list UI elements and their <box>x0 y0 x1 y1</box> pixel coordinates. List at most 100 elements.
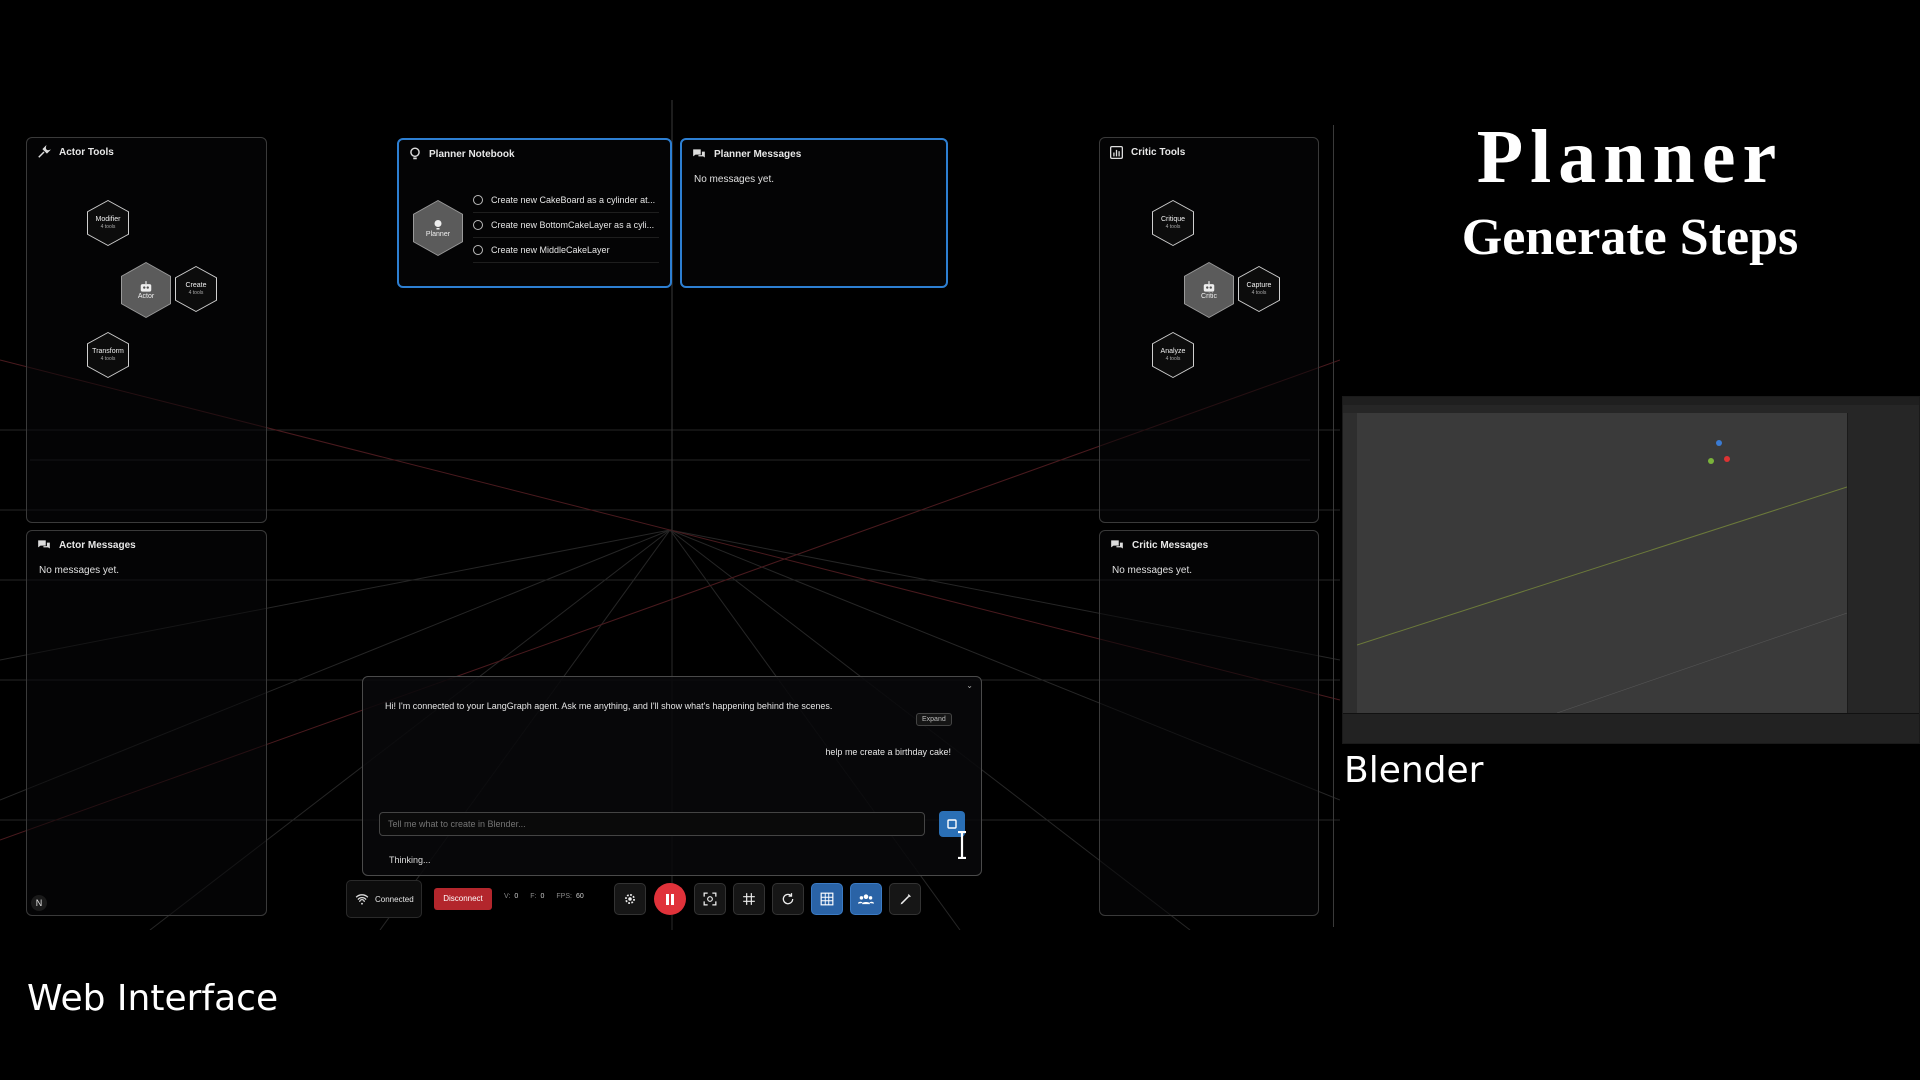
critic-messages-panel: Critic Messages No messages yet. <box>1099 530 1319 916</box>
planner-notebook-panel: Planner Notebook Planner Create new Cake… <box>397 138 672 288</box>
chat-input[interactable] <box>379 812 925 836</box>
corner-badge: N <box>31 895 47 911</box>
planner-messages-panel: Planner Messages No messages yet. <box>680 138 948 288</box>
fps-value: 60 <box>575 893 584 900</box>
actor-messages-header: Actor Messages <box>27 531 266 559</box>
chat-panel: ⌄ Hi! I'm connected to your LangGraph ag… <box>362 676 982 876</box>
refresh-button[interactable] <box>772 883 804 915</box>
fps-label: FPS: <box>556 893 572 900</box>
bottom-toolbar: Connected Disconnect V: 0 F: 0 FPS: 60 <box>346 880 924 918</box>
expand-button[interactable]: Expand <box>916 713 952 726</box>
blender-window <box>1342 396 1920 744</box>
settings-button[interactable] <box>614 883 646 915</box>
disconnect-button[interactable]: Disconnect <box>434 888 492 910</box>
blender-viewport-grid <box>1356 440 1848 714</box>
agent-node-planner[interactable]: Planner <box>413 200 463 256</box>
todo-item[interactable]: Create new CakeBoard as a cylinder at... <box>473 188 659 213</box>
blender-caption: Blender <box>1344 750 1484 791</box>
chat-bubbles-icon <box>38 540 50 549</box>
unchecked-circle-icon[interactable] <box>473 195 483 205</box>
blender-header-bar <box>1343 405 1919 413</box>
planner-messages-title: Planner Messages <box>714 148 802 160</box>
unchecked-circle-icon[interactable] <box>473 245 483 255</box>
web-interface-caption: Web Interface <box>27 978 279 1019</box>
f-label: F: <box>530 893 537 900</box>
actor-messages-empty: No messages yet. <box>39 565 120 576</box>
planner-notebook-title: Planner Notebook <box>429 148 515 160</box>
refresh-icon <box>782 893 794 905</box>
text-cursor-icon <box>958 831 966 859</box>
pencil-icon <box>900 893 911 904</box>
critic-messages-title: Critic Messages <box>1132 539 1209 551</box>
agents-button[interactable] <box>850 883 882 915</box>
actor-messages-panel: Actor Messages No messages yet. N <box>26 530 267 916</box>
tool-node-critique[interactable]: Critique 4 tools <box>1152 200 1194 246</box>
v-label: V: <box>504 893 511 900</box>
planner-messages-header: Planner Messages <box>682 140 946 168</box>
tool-node-modifier[interactable]: Modifier 4 tools <box>87 200 129 246</box>
blender-properties-panel <box>1847 413 1919 713</box>
section-divider <box>1333 125 1334 927</box>
blender-viewport[interactable] <box>1356 413 1848 714</box>
tool-node-capture[interactable]: Capture 4 tools <box>1238 266 1280 312</box>
blender-timeline <box>1343 713 1919 743</box>
focus-button[interactable] <box>694 883 726 915</box>
unchecked-circle-icon[interactable] <box>473 220 483 230</box>
actor-tools-title: Actor Tools <box>59 146 114 158</box>
critic-messages-empty: No messages yet. <box>1112 565 1193 576</box>
pause-button[interactable] <box>654 883 686 915</box>
blender-toolbar <box>1343 413 1357 713</box>
connection-status: Connected <box>346 880 422 918</box>
pause-icon <box>666 893 674 905</box>
agent-node-actor[interactable]: Actor <box>121 262 171 318</box>
chat-status: Thinking... <box>389 855 431 865</box>
lightbulb-icon <box>410 147 420 160</box>
blender-menubar <box>1343 397 1919 405</box>
wrench-icon <box>38 145 51 158</box>
stats-readout: V: 0 F: 0 FPS: 60 <box>504 893 584 900</box>
todo-item[interactable]: Create new MiddleCakeLayer <box>473 238 659 263</box>
lightbulb-icon <box>434 219 442 229</box>
edit-button[interactable] <box>889 883 921 915</box>
hash-grid-icon <box>743 893 755 905</box>
table-icon <box>820 892 834 906</box>
agent-node-critic[interactable]: Critic <box>1184 262 1234 318</box>
actor-node-label: Actor <box>137 292 155 300</box>
todo-item[interactable]: Create new BottomCakeLayer as a cyli... <box>473 213 659 238</box>
robot-icon <box>140 280 152 292</box>
table-view-button[interactable] <box>811 883 843 915</box>
chat-bubbles-icon <box>693 149 705 158</box>
collapse-chevron-icon[interactable]: ⌄ <box>966 681 973 690</box>
connected-label: Connected <box>375 894 414 904</box>
planner-node-label: Planner <box>425 230 451 238</box>
critic-messages-header: Critic Messages <box>1100 531 1318 559</box>
critic-node-label: Critic <box>1201 292 1217 300</box>
users-icon <box>858 894 874 905</box>
agent-message: Hi! I'm connected to your LangGraph agen… <box>385 701 833 711</box>
bar-chart-icon <box>1110 145 1123 159</box>
actor-tools-header: Actor Tools <box>27 138 266 166</box>
f-value: 0 <box>540 893 545 900</box>
grid-toggle-button[interactable] <box>733 883 765 915</box>
tool-node-transform[interactable]: Transform 4 tools <box>87 332 129 378</box>
overlay-title: Planner <box>1476 115 1784 199</box>
actor-messages-title: Actor Messages <box>59 539 136 551</box>
planner-notebook-header: Planner Notebook <box>399 140 670 168</box>
gear-icon <box>625 894 635 904</box>
v-value: 0 <box>514 893 519 900</box>
chat-bubbles-icon <box>1111 540 1123 549</box>
planner-todo-list: Create new CakeBoard as a cylinder at...… <box>473 188 659 263</box>
tool-node-create[interactable]: Create 4 tools <box>175 266 217 312</box>
overlay-subtitle: Generate Steps <box>1461 209 1799 266</box>
user-message: help me create a birthday cake! <box>825 747 951 757</box>
robot-icon <box>1203 280 1215 292</box>
planner-messages-empty: No messages yet. <box>694 174 775 185</box>
actor-tools-panel: Actor Tools Modifier 4 tools Actor Create… <box>26 137 267 523</box>
critic-tools-header: Critic Tools <box>1100 138 1318 166</box>
critic-tools-panel: Critic Tools Critique 4 tools Critic Capt… <box>1099 137 1319 523</box>
wifi-icon <box>355 894 369 905</box>
focus-frame-icon <box>703 892 717 906</box>
stop-square-icon <box>947 819 957 829</box>
critic-tools-title: Critic Tools <box>1131 146 1186 158</box>
tool-node-analyze[interactable]: Analyze 4 tools <box>1152 332 1194 378</box>
